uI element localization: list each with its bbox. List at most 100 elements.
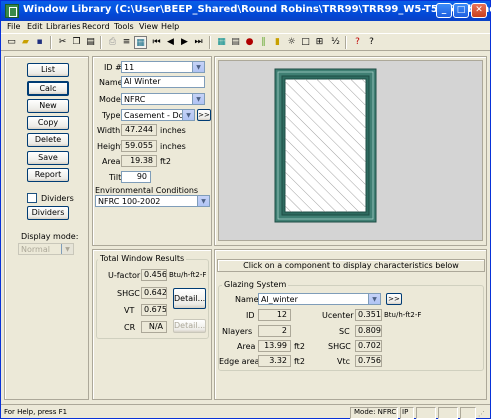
menu-file[interactable]: File xyxy=(7,22,20,31)
results-detail-button[interactable]: Detail... xyxy=(173,288,206,309)
sc-field: 0.809 xyxy=(355,325,382,337)
menu-edit[interactable]: Edit xyxy=(27,22,43,31)
glazing-id-field: 12 xyxy=(258,309,291,321)
print-icon[interactable]: ⎙ xyxy=(106,36,119,49)
copy-icon[interactable]: ❐ xyxy=(70,36,83,49)
display-mode-select[interactable]: Normal ▼ xyxy=(18,243,74,255)
width-field[interactable]: 47.244 xyxy=(121,124,157,136)
divider-library-icon[interactable]: ‖ xyxy=(257,36,270,49)
results-panel: Total Window Results U-factor 0.456 Btu/… xyxy=(92,249,212,400)
vt-field: 0.675 xyxy=(141,304,167,316)
menu-bar: File Edit Libraries Record Tools View He… xyxy=(1,21,490,33)
save-button[interactable]: Save xyxy=(27,151,69,165)
paste-icon[interactable]: ▤ xyxy=(84,36,97,49)
menu-record[interactable]: Record xyxy=(82,22,110,31)
glazing-name-select[interactable]: Al_winter ▼ xyxy=(258,293,381,305)
calc-view-icon[interactable]: ▦ xyxy=(134,36,147,49)
name-field[interactable]: Al Winter xyxy=(121,76,205,88)
env-conditions-select[interactable]: NFRC 100-2002 ▼ xyxy=(95,195,210,207)
first-record-icon[interactable]: ⏮ xyxy=(150,36,163,49)
environment-library-icon[interactable]: ☼ xyxy=(285,36,298,49)
id-select[interactable]: 11 ▼ xyxy=(121,61,205,73)
mode-label: Mode xyxy=(99,95,121,104)
previous-record-icon[interactable]: ◀ xyxy=(164,36,177,49)
width-label: Width xyxy=(97,126,121,135)
ufactor-unit: Btu/h-ft2-F xyxy=(169,271,207,279)
chevron-down-icon: ▼ xyxy=(197,196,209,206)
area-unit: ft2 xyxy=(160,157,171,166)
status-pane xyxy=(416,407,436,419)
next-record-icon[interactable]: ▶ xyxy=(178,36,191,49)
copy-button[interactable]: Copy xyxy=(27,116,69,130)
gas-library-icon[interactable]: ▮ xyxy=(271,36,284,49)
save-disk-icon[interactable]: ▪ xyxy=(33,36,46,49)
tilt-label: Tilt xyxy=(109,173,122,182)
type-select[interactable]: Casement - Double ▼ xyxy=(121,109,195,121)
ucenter-field: 0.351 xyxy=(355,309,382,321)
cut-icon[interactable]: ✂ xyxy=(56,36,69,49)
status-pane xyxy=(460,407,476,419)
vt-label: VT xyxy=(124,306,135,315)
nlayers-label: Nlayers xyxy=(222,327,253,336)
component-panel: Click on a component to display characte… xyxy=(214,249,487,400)
total-window-results-title: Total Window Results xyxy=(98,254,187,263)
toolbar-separator xyxy=(209,36,211,49)
list-button[interactable]: List xyxy=(27,63,69,77)
report-button[interactable]: Report xyxy=(27,168,69,182)
new-button[interactable]: New xyxy=(27,99,69,113)
glazing-shgc-field: 0.702 xyxy=(355,340,382,352)
name-label: Name xyxy=(99,78,123,87)
open-folder-icon[interactable]: ▰ xyxy=(19,36,32,49)
resize-grip-icon[interactable]: ⋰ xyxy=(478,409,488,419)
title-bar[interactable]: Window Library (C:\User\BEEP_Shared\Roun… xyxy=(1,1,491,21)
window-title: Window Library (C:\User\BEEP_Shared\Roun… xyxy=(23,4,491,15)
menu-view[interactable]: View xyxy=(139,22,158,31)
height-field[interactable]: 59.055 xyxy=(121,140,157,152)
glazing-library-icon[interactable]: ▦ xyxy=(215,36,228,49)
menu-tools[interactable]: Tools xyxy=(114,22,134,31)
env-conditions-value: NFRC 100-2002 xyxy=(98,197,161,206)
area-field: 19.38 xyxy=(121,155,157,167)
window-library-icon[interactable]: □ xyxy=(299,36,312,49)
type-label: Type xyxy=(102,111,121,120)
ucenter-label: Ucenter xyxy=(322,311,354,320)
chevron-down-icon: ▼ xyxy=(192,62,204,72)
window-drawing[interactable] xyxy=(219,61,484,242)
dividers-button[interactable]: Dividers xyxy=(27,206,69,220)
context-help-icon[interactable]: ? xyxy=(365,36,378,49)
minimize-button[interactable]: _ xyxy=(436,3,452,18)
maximize-button[interactable]: □ xyxy=(453,3,469,18)
calc-button[interactable]: Calc xyxy=(27,81,69,96)
edge-area-label: Edge area xyxy=(219,357,260,366)
tilt-field[interactable]: 90 xyxy=(121,171,151,183)
close-button[interactable]: ✕ xyxy=(471,3,487,18)
component-hint: Click on a component to display characte… xyxy=(243,261,459,270)
glazing-details-button[interactable]: >> xyxy=(386,293,402,305)
grid-icon[interactable]: ⊞ xyxy=(313,36,326,49)
status-mode: Mode: NFRC xyxy=(354,408,397,416)
chevron-down-icon: ▼ xyxy=(192,94,204,104)
menu-help[interactable]: Help xyxy=(161,22,179,31)
list-view-icon[interactable]: ≡ xyxy=(120,36,133,49)
mode-select[interactable]: NFRC ▼ xyxy=(121,93,205,105)
component-hint-bar: Click on a component to display characte… xyxy=(217,259,485,272)
menu-libraries[interactable]: Libraries xyxy=(46,22,81,31)
cr-detail-button[interactable]: Detail... xyxy=(173,319,206,333)
glazing-id-label: ID xyxy=(246,311,255,320)
new-file-icon[interactable]: ▭ xyxy=(5,36,18,49)
type-details-button[interactable]: >> xyxy=(197,109,211,121)
id-value: 11 xyxy=(124,63,135,72)
app-icon[interactable] xyxy=(5,4,19,18)
toolbar-separator xyxy=(345,36,347,49)
chevron-down-icon: ▼ xyxy=(61,244,73,254)
units-toggle-icon[interactable]: ½ xyxy=(329,36,342,49)
shading-library-icon[interactable]: ● xyxy=(243,36,256,49)
cr-label: CR xyxy=(124,323,136,332)
last-record-icon[interactable]: ⏭ xyxy=(192,36,205,49)
frame-library-icon[interactable]: ▤ xyxy=(229,36,242,49)
dividers-checkbox[interactable] xyxy=(27,193,37,203)
sc-label: SC xyxy=(339,327,350,336)
delete-button[interactable]: Delete xyxy=(27,133,69,147)
help-icon[interactable]: ? xyxy=(351,36,364,49)
edge-area-field: 3.32 xyxy=(258,355,291,367)
